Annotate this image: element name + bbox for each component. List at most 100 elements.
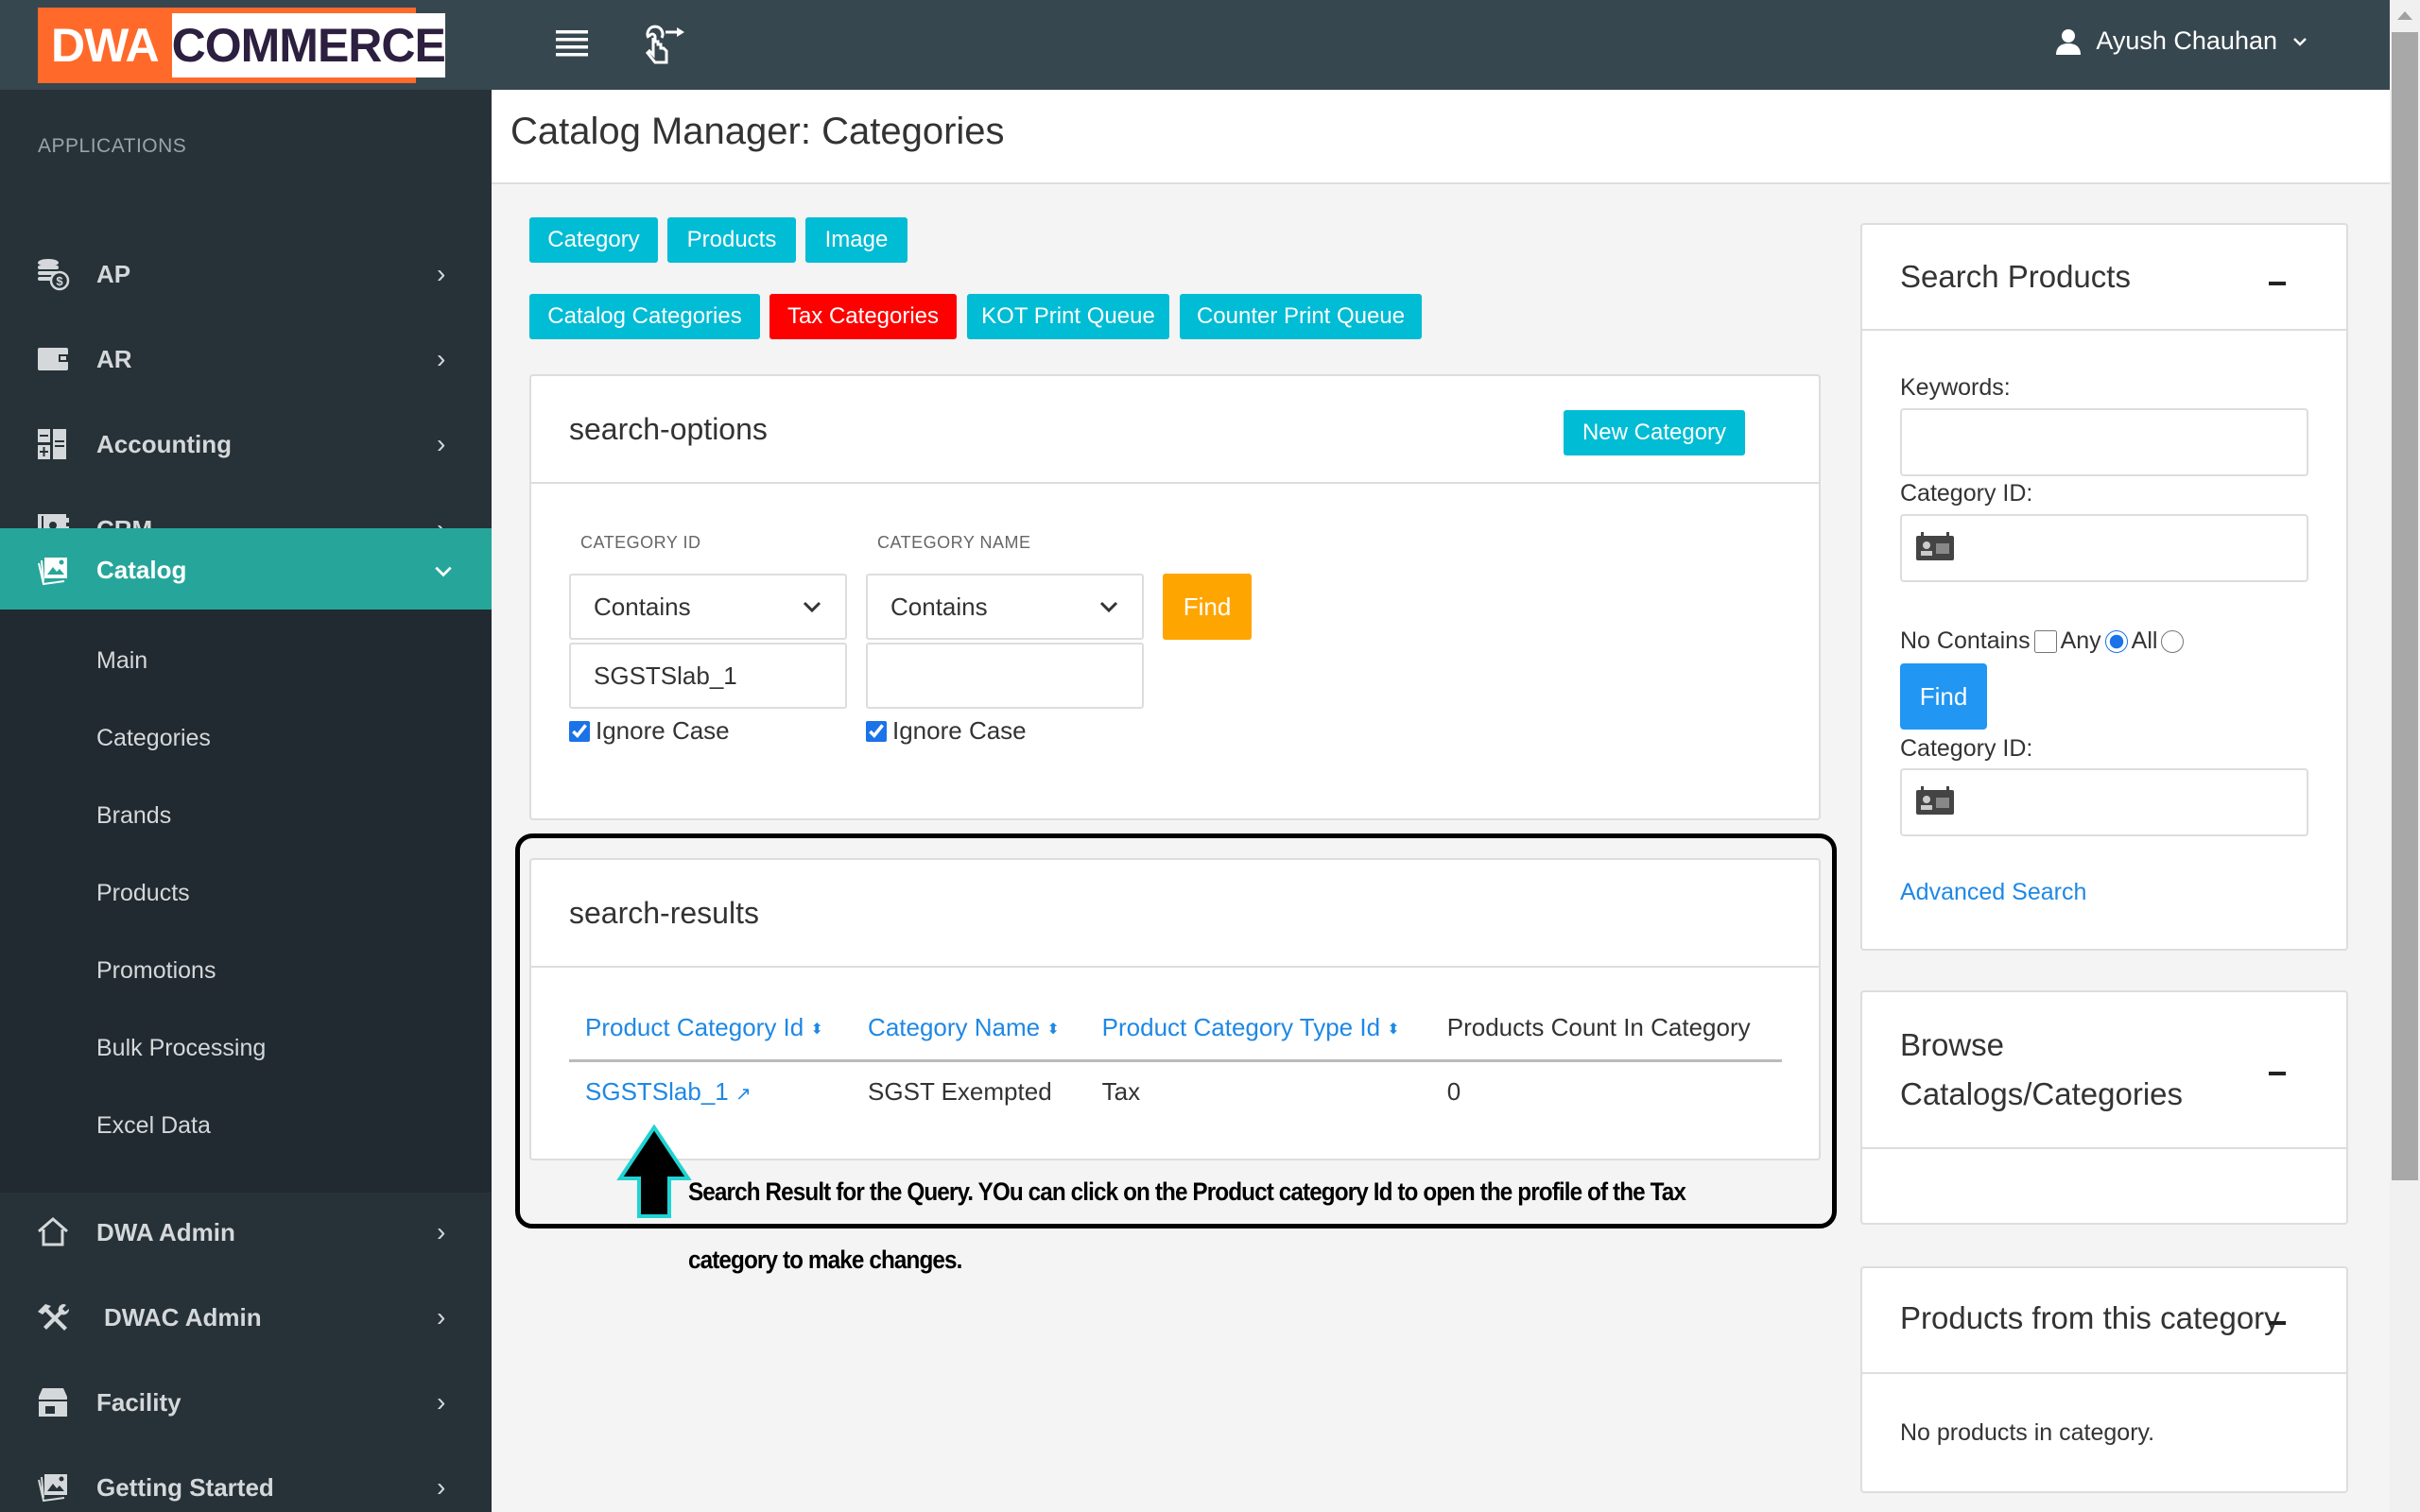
sidebar-item-label: DWAC Admin	[104, 1302, 262, 1332]
no-contains-row: No Contains Any All	[1900, 627, 2185, 655]
submenu-item-categories[interactable]: Categories	[96, 725, 211, 752]
category-id-lookup-input-2[interactable]	[1900, 768, 2308, 836]
nav-tax-categories-button[interactable]: Tax Categories	[769, 294, 957, 339]
chevron-right-icon: ›	[437, 1217, 446, 1246]
logo-part1: DWA	[51, 19, 160, 72]
annotation-line-2: category to make changes.	[688, 1246, 962, 1274]
page-title: Catalog Manager: Categories	[510, 111, 1005, 152]
category-id-input[interactable]	[569, 643, 847, 709]
catalog-submenu: Main Categories Brands Products Promotio…	[0, 610, 492, 1193]
ignore-case-id-checkbox[interactable]: Ignore Case	[569, 716, 730, 746]
ignore-case-id-check[interactable]	[569, 720, 590, 742]
category-id-label-2: Category ID:	[1900, 735, 2033, 762]
sidebar-item-catalog[interactable]: Catalog	[0, 528, 492, 612]
category-name-operator-select[interactable]: Contains	[866, 574, 1144, 640]
ignore-case-name-check[interactable]	[866, 720, 887, 742]
any-radio[interactable]	[2104, 629, 2128, 653]
no-contains-label: No Contains	[1900, 627, 2031, 654]
ignore-case-label: Ignore Case	[892, 716, 1027, 745]
submenu-item-brands[interactable]: Brands	[96, 802, 171, 830]
products-from-category-title: Products from this category	[1900, 1300, 2280, 1335]
browse-title: Browse Catalogs/Categories	[1900, 1027, 2183, 1111]
category-id-lookup-input[interactable]	[1900, 514, 2308, 582]
user-icon	[2056, 28, 2082, 55]
home-icon	[38, 1217, 68, 1246]
search-options-title: search-options	[569, 412, 768, 446]
category-name-label: CATEGORY NAME	[877, 533, 1031, 552]
sidebar-item-label: Facility	[96, 1387, 182, 1417]
nav-category-button[interactable]: Category	[529, 217, 658, 263]
scroll-thumb[interactable]	[2392, 32, 2418, 1180]
logo-part2: COMMERCE	[171, 13, 446, 77]
nav-catalog-categories-button[interactable]: Catalog Categories	[529, 294, 760, 339]
products-from-category-card: Products from this category No products …	[1860, 1266, 2348, 1493]
keywords-label: Keywords:	[1900, 374, 2011, 401]
sidebar-item-label: Getting Started	[96, 1472, 274, 1502]
nav-image-button[interactable]: Image	[805, 217, 908, 263]
annotation-arrow-icon	[616, 1125, 692, 1218]
search-products-title: Search Products	[1900, 259, 2131, 294]
browse-catalogs-card: Browse Catalogs/Categories	[1860, 990, 2348, 1225]
category-id-label: Category ID:	[1900, 480, 2033, 507]
brand-logo[interactable]: DWA COMMERCE	[38, 8, 446, 83]
collapse-icon[interactable]	[2269, 1072, 2286, 1075]
annotation-line-1: Search Result for the Query. YOu can cli…	[688, 1177, 1686, 1206]
chevron-down-icon	[2293, 37, 2307, 46]
svg-text:$: $	[56, 274, 63, 288]
nav-kot-print-queue-button[interactable]: KOT Print Queue	[967, 294, 1169, 339]
id-card-icon	[1916, 532, 1954, 560]
top-bar: DWA COMMERCE Ayush Chauhan	[0, 0, 2390, 90]
no-contains-checkbox[interactable]	[2033, 629, 2057, 653]
nav-counter-print-queue-button[interactable]: Counter Print Queue	[1180, 294, 1422, 339]
sidebar-item-label: AR	[96, 344, 132, 373]
user-name: Ayush Chauhan	[2096, 26, 2277, 55]
submenu-item-products[interactable]: Products	[96, 880, 190, 907]
wallet-icon	[38, 348, 68, 370]
submenu-item-promotions[interactable]: Promotions	[96, 957, 216, 985]
id-card-icon	[1916, 786, 1954, 815]
page-scrollbar[interactable]	[2390, 0, 2420, 1512]
user-menu[interactable]: Ayush Chauhan	[2054, 26, 2309, 56]
sidebar-item-label: Catalog	[96, 556, 187, 584]
sidebar-item-getting-started[interactable]: Getting Started ›	[0, 1446, 492, 1512]
new-category-button[interactable]: New Category	[1564, 410, 1745, 455]
annotation-box	[515, 833, 1837, 1228]
category-name-operator-value: Contains	[890, 592, 988, 621]
category-id-operator-select[interactable]: Contains	[569, 574, 847, 640]
find-button[interactable]: Find	[1163, 574, 1252, 640]
all-label: All	[2131, 627, 2158, 654]
sidebar-item-dwac-admin[interactable]: DWAC Admin ›	[0, 1276, 492, 1359]
nav-products-button[interactable]: Products	[667, 217, 796, 263]
hamburger-menu-icon[interactable]	[554, 25, 596, 66]
collapse-icon[interactable]	[2269, 282, 2286, 285]
store-icon	[39, 1388, 67, 1417]
category-id-operator-value: Contains	[594, 592, 691, 621]
sidebar-item-label: Accounting	[96, 429, 232, 458]
submenu-item-bulk-processing[interactable]: Bulk Processing	[96, 1035, 266, 1062]
sidebar-item-ap[interactable]: $ AP ›	[0, 232, 492, 316]
chevron-right-icon: ›	[437, 1302, 446, 1332]
sidebar: APPLICATIONS $ AP › AR › Accounting › CR…	[0, 90, 492, 1512]
keywords-input[interactable]	[1900, 408, 2308, 476]
images-icon	[38, 1474, 67, 1503]
touch-switch-icon[interactable]	[643, 25, 684, 66]
chevron-right-icon: ›	[437, 259, 446, 288]
submenu-item-excel-data[interactable]: Excel Data	[96, 1112, 211, 1140]
chevron-right-icon: ›	[437, 344, 446, 373]
all-radio[interactable]	[2161, 629, 2185, 653]
images-icon	[38, 557, 67, 585]
page-header: Catalog Manager: Categories	[492, 90, 2390, 184]
collapse-icon[interactable]	[2269, 1321, 2286, 1325]
sidebar-item-facility[interactable]: Facility ›	[0, 1361, 492, 1444]
scroll-up-icon[interactable]	[2397, 11, 2412, 20]
sidebar-item-dwa-admin[interactable]: DWA Admin ›	[0, 1191, 492, 1274]
ignore-case-name-checkbox[interactable]: Ignore Case	[866, 716, 1027, 746]
advanced-search-link[interactable]: Advanced Search	[1900, 879, 2086, 906]
any-label: Any	[2060, 627, 2101, 654]
search-products-find-button[interactable]: Find	[1900, 663, 1987, 730]
sidebar-item-accounting[interactable]: Accounting ›	[0, 403, 492, 486]
sidebar-item-ar[interactable]: AR ›	[0, 318, 492, 401]
submenu-item-main[interactable]: Main	[96, 647, 147, 675]
category-name-input[interactable]	[866, 643, 1144, 709]
calculator-icon	[38, 429, 66, 459]
